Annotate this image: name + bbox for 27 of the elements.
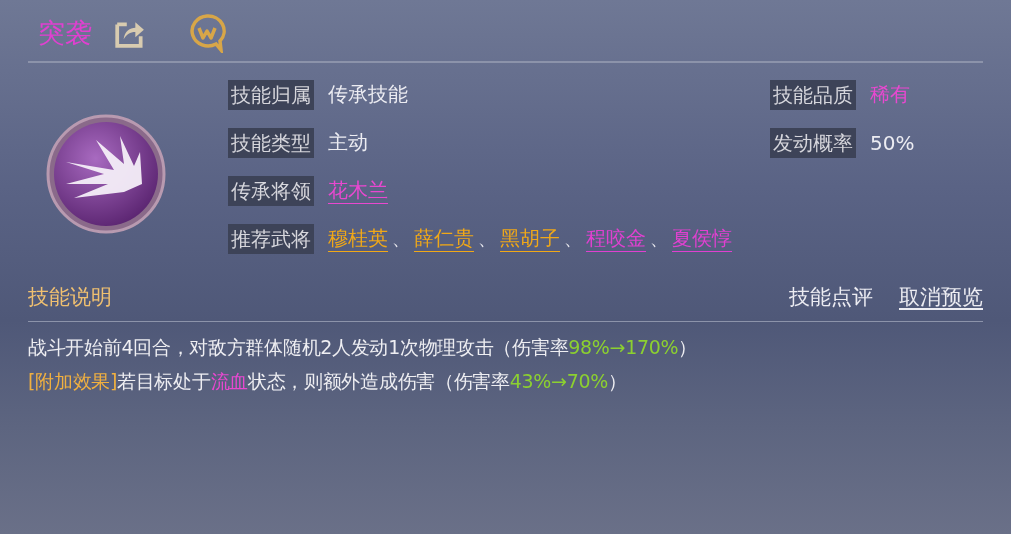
field-value: 传承技能: [328, 81, 408, 108]
field-label: 传承将领: [228, 175, 314, 206]
field-label: 技能归属: [228, 79, 314, 110]
field-value: 稀有: [870, 81, 910, 108]
field-label: 推荐武将: [228, 223, 314, 254]
separator-mark: 、: [392, 226, 410, 251]
separator-mark: 、: [650, 226, 668, 251]
general-link[interactable]: 穆桂英: [328, 225, 388, 252]
field-label: 技能类型: [228, 127, 314, 158]
skill-title: 突袭: [38, 16, 92, 50]
description-text: [附加效果]若目标处于流血状态，则额外造成伤害（伤害率43%→70%）: [28, 369, 628, 394]
separator-mark: 、: [564, 226, 582, 251]
general-link[interactable]: 薛仁贵: [414, 225, 474, 252]
cancel-preview-button[interactable]: 取消预览: [899, 283, 983, 311]
description-text: 战斗开始前4回合，对敌方群体随机2人发动1次物理攻击（伤害率98%→170%）: [28, 335, 699, 360]
general-link[interactable]: 夏侯惇: [672, 225, 732, 252]
field-label: 技能品质: [770, 79, 856, 110]
field-value: 50%: [870, 130, 915, 155]
slash-skill-icon: [44, 112, 168, 236]
review-button[interactable]: 技能点评: [789, 283, 873, 311]
section-title: 技能说明: [28, 284, 113, 311]
field-value: 主动: [328, 129, 368, 156]
general-link[interactable]: 花木兰: [328, 177, 388, 204]
field-label: 发动概率: [770, 127, 856, 158]
general-link[interactable]: 程咬金: [586, 225, 646, 252]
separator-mark: 、: [478, 226, 496, 251]
general-link[interactable]: 黑胡子: [500, 225, 560, 252]
